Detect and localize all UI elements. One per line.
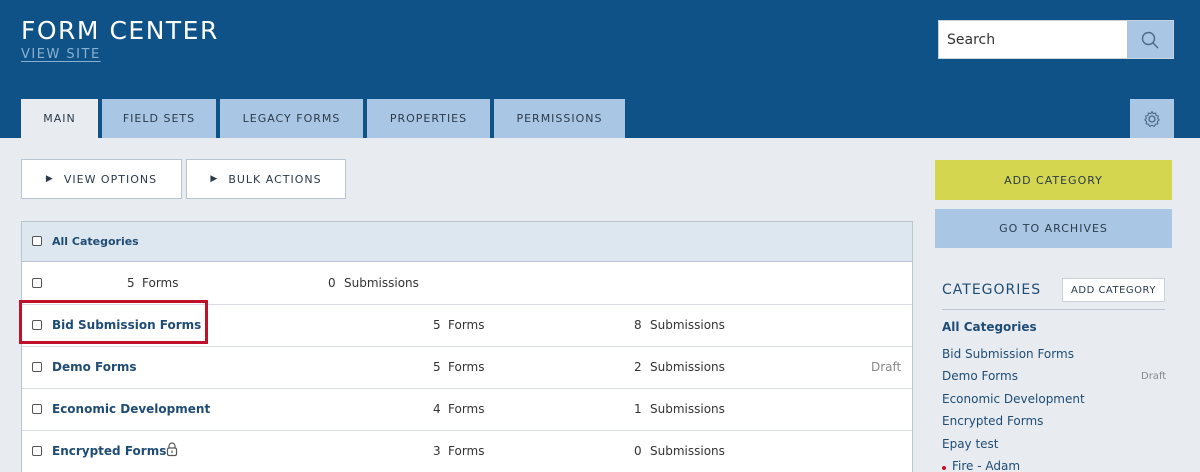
- submissions-count: 1: [634, 402, 642, 416]
- settings-button[interactable]: [1130, 99, 1174, 138]
- search-input[interactable]: [939, 21, 1127, 58]
- row-checkbox[interactable]: [32, 404, 42, 414]
- row-checkbox[interactable]: [32, 278, 42, 288]
- sidebar-item-fire-adam[interactable]: Fire - Adam: [952, 459, 1020, 472]
- status-dot: [942, 466, 946, 470]
- submissions-label: Submissions: [344, 276, 419, 290]
- submissions-count: 8: [634, 318, 642, 332]
- view-options-button[interactable]: ▶ VIEW OPTIONS: [21, 159, 182, 199]
- submissions-label: Submissions: [650, 318, 725, 332]
- submissions-label: Submissions: [650, 402, 725, 416]
- forms-label: Forms: [448, 402, 485, 416]
- tab-legacy-forms[interactable]: LEGACY FORMS: [220, 99, 363, 138]
- category-name-link[interactable]: Demo Forms: [52, 360, 137, 374]
- bulk-actions-label: BULK ACTIONS: [228, 172, 322, 186]
- submissions-count: 0: [634, 444, 642, 458]
- categories-add-button[interactable]: ADD CATEGORY: [1062, 278, 1165, 302]
- forms-label: Forms: [448, 360, 485, 374]
- all-categories-header[interactable]: All Categories: [52, 235, 139, 248]
- page-title: FORM CENTER: [21, 16, 219, 45]
- submissions-label: Submissions: [650, 444, 725, 458]
- play-arrow-icon: ▶: [45, 174, 54, 184]
- forms-count: 3: [433, 444, 441, 458]
- view-site-link[interactable]: VIEW SITE: [21, 47, 101, 62]
- app-header: FORM CENTER VIEW SITE MAIN FIELD SETS LE…: [0, 0, 1200, 138]
- categories-heading: CATEGORIES: [942, 282, 1042, 298]
- sidebar-item-bid-submission-forms[interactable]: Bid Submission Forms: [942, 347, 1074, 361]
- categories-table: All Categories 5 Forms 0 Submissions Bid…: [21, 221, 913, 472]
- sidebar-item-all-categories[interactable]: All Categories: [942, 320, 1037, 334]
- sidebar-item-encrypted-forms[interactable]: Encrypted Forms: [942, 414, 1043, 428]
- bulk-actions-button[interactable]: ▶ BULK ACTIONS: [186, 159, 346, 199]
- tab-field-sets[interactable]: FIELD SETS: [102, 99, 216, 138]
- select-all-checkbox[interactable]: [32, 236, 42, 246]
- forms-count: 5: [127, 276, 135, 290]
- submissions-label: Submissions: [650, 360, 725, 374]
- sidebar-item-epay-test[interactable]: Epay test: [942, 437, 999, 451]
- table-row: 5 Forms 0 Submissions: [22, 263, 912, 305]
- search-box: [938, 20, 1174, 59]
- divider: [942, 309, 1165, 310]
- gear-icon: [1144, 110, 1160, 127]
- row-checkbox[interactable]: [32, 362, 42, 372]
- draft-badge: Draft: [1141, 371, 1167, 382]
- search-icon: [1141, 31, 1159, 48]
- forms-label: Forms: [448, 318, 485, 332]
- go-to-archives-button[interactable]: GO TO ARCHIVES: [935, 209, 1172, 248]
- add-category-button[interactable]: ADD CATEGORY: [935, 160, 1172, 200]
- sidebar-item-demo-forms[interactable]: Demo Forms: [942, 369, 1018, 383]
- category-name-link[interactable]: Economic Development: [52, 402, 210, 416]
- play-arrow-icon: ▶: [210, 174, 219, 184]
- view-options-label: VIEW OPTIONS: [63, 172, 158, 186]
- forms-label: Forms: [142, 276, 179, 290]
- lock-icon: [166, 442, 178, 457]
- sidebar-item-economic-development[interactable]: Economic Development: [942, 392, 1085, 406]
- forms-count: 5: [433, 318, 441, 332]
- highlight-box: [19, 300, 208, 344]
- forms-count: 5: [433, 360, 441, 374]
- row-checkbox[interactable]: [32, 446, 42, 456]
- table-row: Economic Development 4 Forms 1 Submissio…: [22, 389, 912, 431]
- tab-permissions[interactable]: PERMISSIONS: [494, 99, 625, 138]
- table-header: All Categories: [22, 222, 912, 262]
- table-row: Encrypted Forms 3 Forms 0 Submissions: [22, 431, 912, 472]
- submissions-count: 2: [634, 360, 642, 374]
- forms-label: Forms: [448, 444, 485, 458]
- tab-main[interactable]: MAIN: [21, 99, 98, 138]
- table-row: Demo Forms 5 Forms 2 Submissions Draft: [22, 347, 912, 389]
- tab-properties[interactable]: PROPERTIES: [367, 99, 490, 138]
- search-button[interactable]: [1127, 21, 1173, 58]
- category-name-link[interactable]: Encrypted Forms: [52, 444, 166, 458]
- draft-badge: Draft: [871, 360, 902, 374]
- forms-count: 4: [433, 402, 441, 416]
- submissions-count: 0: [328, 276, 336, 290]
